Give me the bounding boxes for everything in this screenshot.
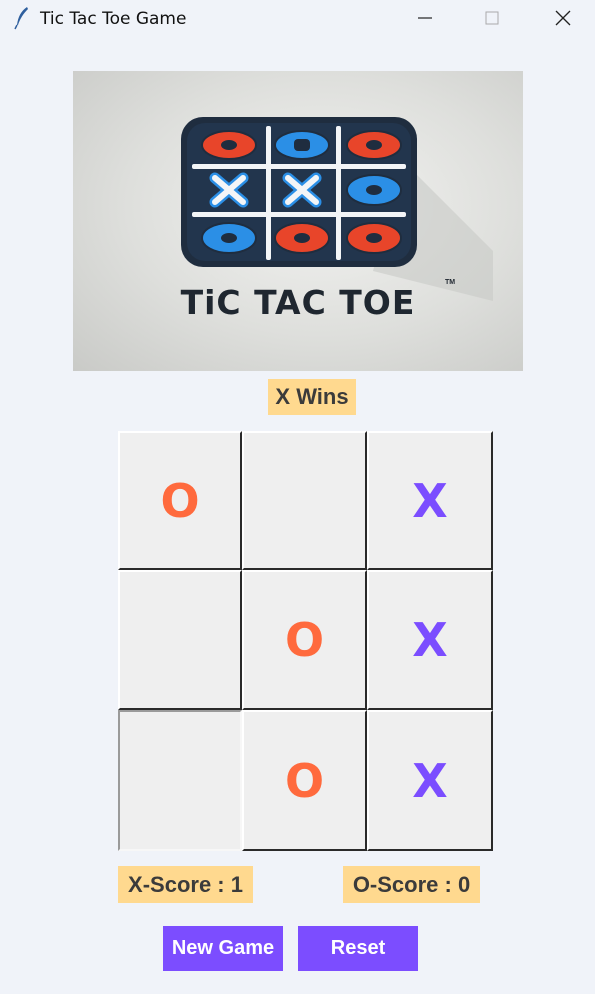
logo-graphic [181,117,493,301]
tic-tac-toe-logo-image: TiC TAC TOE TM [73,71,523,371]
game-status-label: X Wins [268,379,356,415]
board-cell-1[interactable] [242,431,367,570]
title-bar: Tic Tac Toe Game [0,0,595,36]
board-cell-8[interactable]: X [367,710,493,851]
feather-icon [14,7,28,30]
board-cell-4[interactable]: O [242,570,367,710]
close-button[interactable] [540,0,586,36]
x-score-label: X-Score : 1 [118,866,253,903]
reset-button[interactable]: Reset [298,926,418,971]
window-title: Tic Tac Toe Game [40,9,187,29]
board-cell-0[interactable]: O [118,431,242,570]
logo-trademark: TM [445,279,456,286]
logo-text: TiC TAC TOE [180,283,416,322]
close-icon [555,10,571,26]
board-cell-7[interactable]: O [242,710,367,851]
board-cell-2[interactable]: X [367,431,493,570]
maximize-icon [485,11,499,25]
board-cell-5[interactable]: X [367,570,493,710]
board-cell-3[interactable] [118,570,242,710]
minimize-button[interactable] [402,0,448,36]
new-game-button[interactable]: New Game [163,926,283,971]
minimize-icon [418,17,432,19]
o-score-label: O-Score : 0 [343,866,480,903]
board-cell-6[interactable] [118,710,242,851]
maximize-button[interactable] [469,0,515,36]
game-board: O X O X O X [118,431,493,851]
